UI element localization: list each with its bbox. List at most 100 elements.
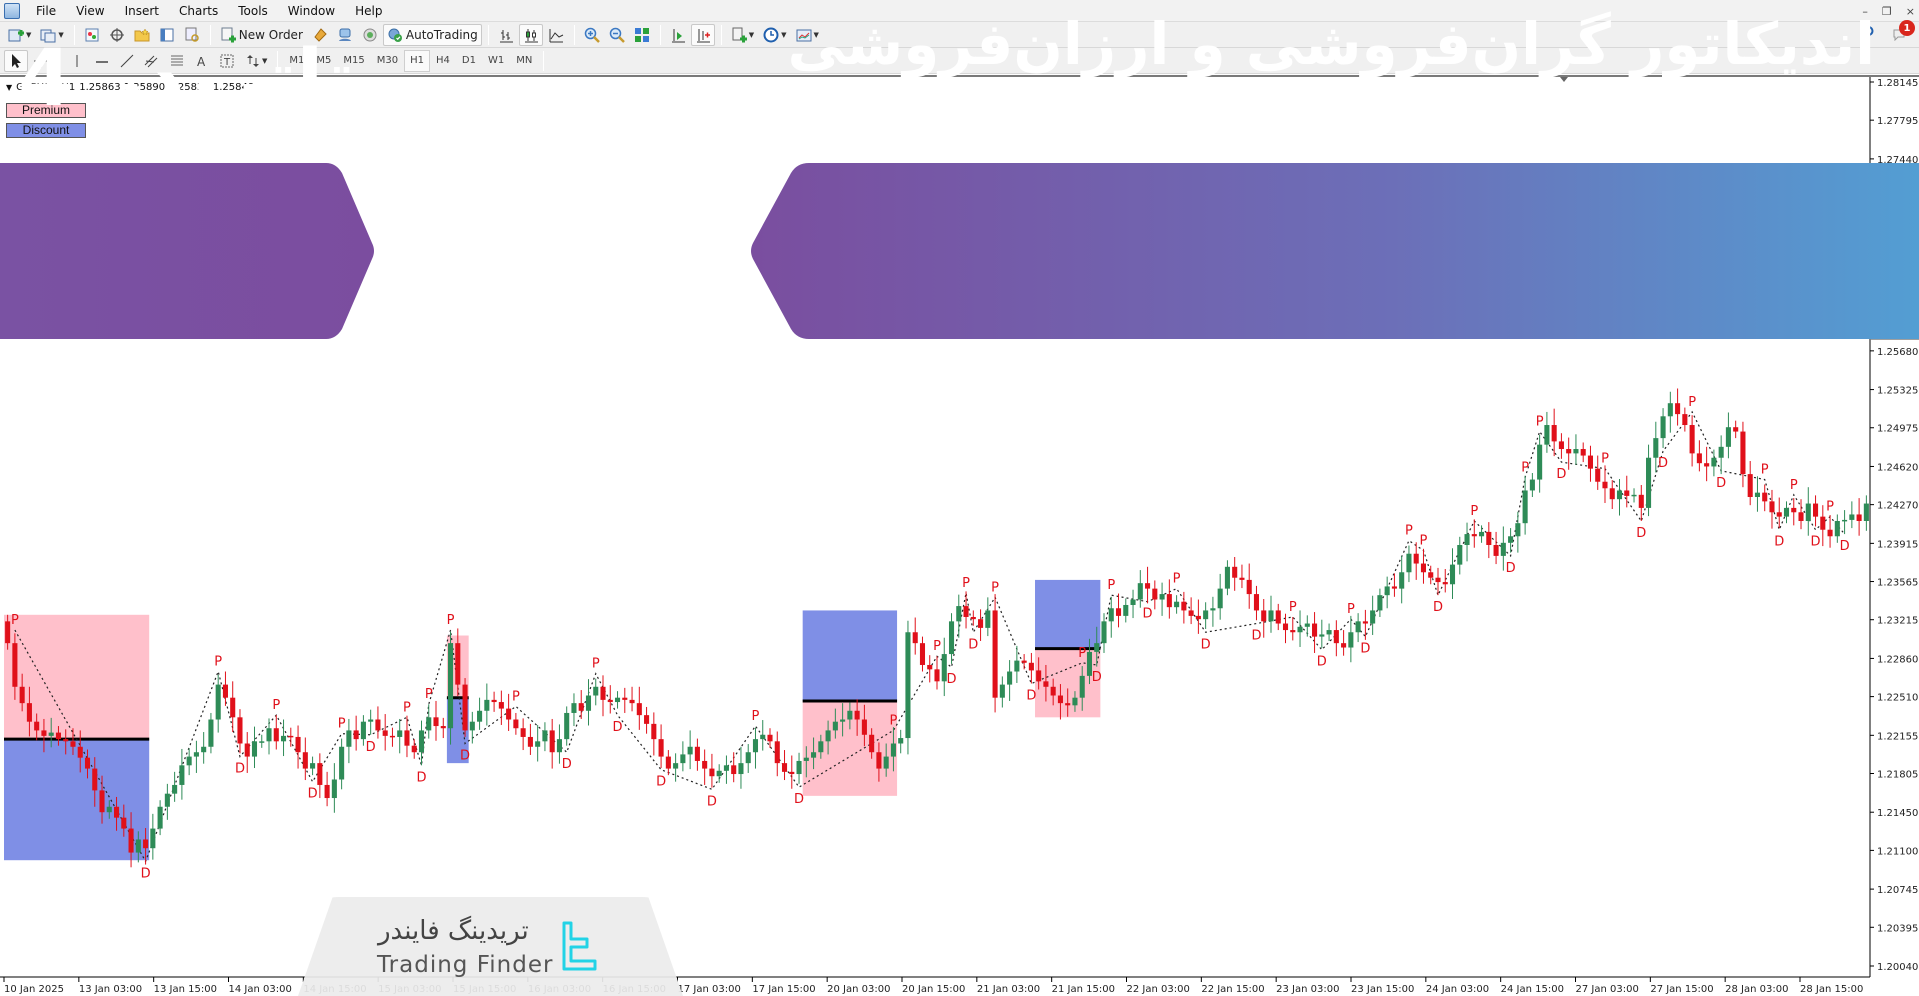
bullish-candle[interactable] xyxy=(1101,621,1107,644)
bearish-candle[interactable] xyxy=(84,757,91,769)
bullish-candle[interactable] xyxy=(259,741,265,743)
bearish-candle[interactable] xyxy=(767,734,773,742)
bullish-candle[interactable] xyxy=(680,754,686,764)
bullish-candle[interactable] xyxy=(1007,671,1013,685)
bullish-candle[interactable] xyxy=(172,784,178,794)
bearish-candle[interactable] xyxy=(1747,474,1753,498)
bearish-candle[interactable] xyxy=(1602,481,1608,489)
bearish-candle[interactable] xyxy=(55,732,61,740)
bullish-candle[interactable] xyxy=(1108,608,1114,622)
bullish-candle[interactable] xyxy=(1319,634,1325,637)
periods-button[interactable]: ▼ xyxy=(759,24,790,46)
close-button[interactable]: × xyxy=(1906,5,1915,18)
bearish-candle[interactable] xyxy=(113,806,120,818)
bullish-candle[interactable] xyxy=(803,757,809,761)
bullish-candle[interactable] xyxy=(1863,503,1869,522)
bearish-candle[interactable] xyxy=(506,708,512,720)
bullish-candle[interactable] xyxy=(1399,572,1405,589)
bearish-candle[interactable] xyxy=(1587,455,1594,469)
bearish-candle[interactable] xyxy=(26,703,32,722)
bullish-candle[interactable] xyxy=(1297,626,1303,633)
bearish-candle[interactable] xyxy=(1152,588,1158,600)
bullish-candle[interactable] xyxy=(847,710,853,720)
bearish-candle[interactable] xyxy=(440,726,446,729)
bearish-candle[interactable] xyxy=(1442,582,1448,585)
bearish-candle[interactable] xyxy=(375,719,381,731)
bearish-candle[interactable] xyxy=(644,715,650,724)
bearish-candle[interactable] xyxy=(1195,615,1201,620)
bearish-candle[interactable] xyxy=(1740,431,1746,475)
bearish-candle[interactable] xyxy=(1028,662,1034,671)
bearish-candle[interactable] xyxy=(876,752,882,769)
bearish-candle[interactable] xyxy=(1682,414,1688,426)
bearish-candle[interactable] xyxy=(1827,529,1833,537)
bearish-candle[interactable] xyxy=(1595,468,1601,482)
bearish-candle[interactable] xyxy=(992,610,998,698)
bearish-candle[interactable] xyxy=(1762,492,1768,502)
bearish-candle[interactable] xyxy=(5,621,11,644)
bullish-candle[interactable] xyxy=(1537,444,1543,480)
bearish-candle[interactable] xyxy=(1290,630,1296,633)
bearish-candle[interactable] xyxy=(934,669,940,682)
bearish-candle[interactable] xyxy=(1065,703,1071,706)
bearish-candle[interactable] xyxy=(781,763,788,772)
bullish-candle[interactable] xyxy=(723,765,729,771)
bearish-candle[interactable] xyxy=(121,817,127,829)
bullish-candle[interactable] xyxy=(208,719,214,747)
bullish-candle[interactable] xyxy=(1014,660,1020,672)
bearish-candle[interactable] xyxy=(1704,463,1710,467)
bullish-candle[interactable] xyxy=(1515,523,1521,537)
bullish-candle[interactable] xyxy=(164,793,170,807)
bearish-candle[interactable] xyxy=(1333,630,1339,644)
bullish-candle[interactable] xyxy=(1123,604,1129,616)
bearish-candle[interactable] xyxy=(389,735,395,738)
bearish-candle[interactable] xyxy=(498,702,504,709)
bearish-candle[interactable] xyxy=(237,717,243,744)
bearish-candle[interactable] xyxy=(63,739,69,742)
bullish-candle[interactable] xyxy=(1326,630,1332,635)
bearish-candle[interactable] xyxy=(665,756,671,769)
bullish-candle[interactable] xyxy=(564,712,570,740)
bullish-candle[interactable] xyxy=(346,730,352,747)
bullish-candle[interactable] xyxy=(1355,621,1361,633)
bullish-candle[interactable] xyxy=(1500,542,1506,556)
bearish-candle[interactable] xyxy=(1820,516,1826,530)
bearish-candle[interactable] xyxy=(549,730,555,753)
bearish-candle[interactable] xyxy=(1558,441,1564,450)
bullish-candle[interactable] xyxy=(1573,449,1579,454)
bearish-candle[interactable] xyxy=(1435,577,1441,583)
bearish-candle[interactable] xyxy=(70,741,76,747)
bullish-candle[interactable] xyxy=(266,728,272,742)
bearish-candle[interactable] xyxy=(1769,501,1775,513)
autoscroll-button[interactable] xyxy=(666,24,690,46)
bearish-candle[interactable] xyxy=(1791,507,1797,513)
bearish-candle[interactable] xyxy=(1624,490,1630,496)
bullish-candle[interactable] xyxy=(752,739,759,753)
menu-window[interactable]: Window xyxy=(278,0,345,22)
bullish-candle[interactable] xyxy=(1842,519,1848,522)
bearish-candle[interactable] xyxy=(789,771,795,775)
period-h4-button[interactable]: H4 xyxy=(430,50,456,72)
bullish-candle[interactable] xyxy=(840,719,846,722)
bearish-candle[interactable] xyxy=(927,664,933,670)
bearish-candle[interactable] xyxy=(1675,403,1681,415)
bearish-candle[interactable] xyxy=(1115,608,1122,616)
bullish-candle[interactable] xyxy=(1449,564,1456,585)
bullish-candle[interactable] xyxy=(1072,697,1078,706)
bearish-candle[interactable] xyxy=(1362,621,1368,624)
bullish-candle[interactable] xyxy=(1406,553,1412,573)
bearish-candle[interactable] xyxy=(636,703,642,716)
bullish-candle[interactable] xyxy=(999,684,1005,698)
bullish-candle[interactable] xyxy=(1268,610,1274,622)
bullish-candle[interactable] xyxy=(1224,566,1230,589)
bearish-candle[interactable] xyxy=(1638,494,1644,508)
bearish-candle[interactable] xyxy=(1050,686,1056,696)
bullish-candle[interactable] xyxy=(1217,588,1223,609)
bearish-candle[interactable] xyxy=(19,686,25,704)
bearish-candle[interactable] xyxy=(1551,425,1557,442)
bullish-candle[interactable] xyxy=(593,686,599,696)
bullish-candle[interactable] xyxy=(738,763,744,775)
bullish-candle[interactable] xyxy=(985,610,991,628)
bullish-candle[interactable] xyxy=(339,746,345,780)
bearish-candle[interactable] xyxy=(1696,453,1702,464)
